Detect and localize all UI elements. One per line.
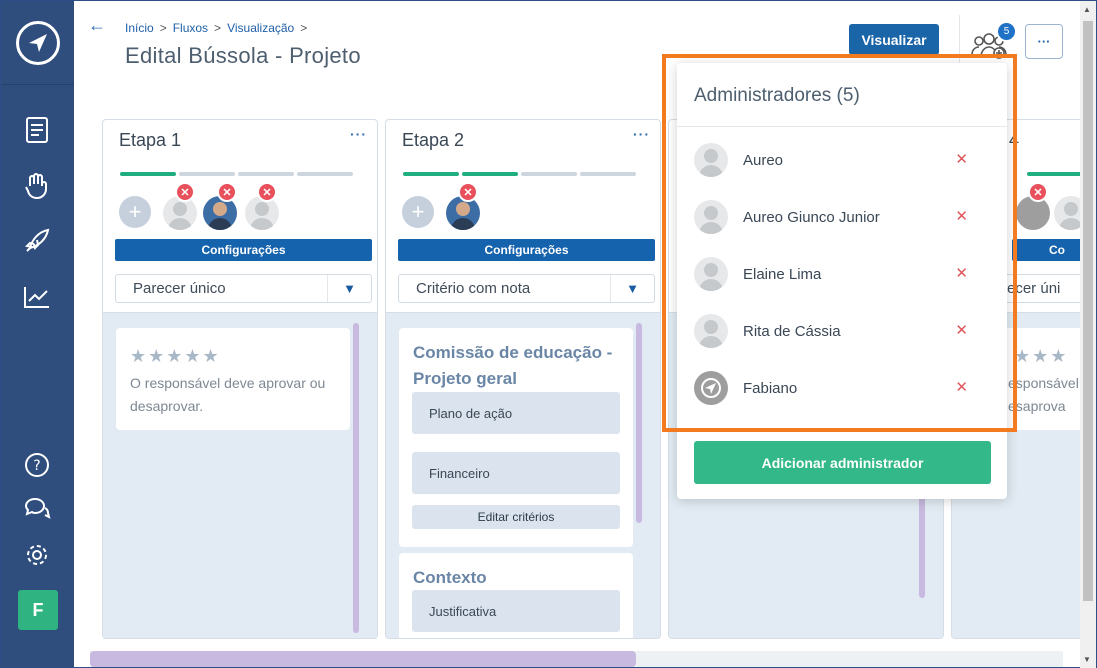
stage-menu-button[interactable]: ··· <box>633 126 650 142</box>
column-scrollbar[interactable] <box>636 323 642 523</box>
logo-icon[interactable] <box>1 1 74 85</box>
board-horizontal-scrollbar[interactable] <box>90 651 1063 667</box>
chat-icon[interactable] <box>21 493 53 525</box>
stage-progress <box>120 172 353 176</box>
close-icon[interactable]: ✕ <box>458 182 478 202</box>
chevron-down-icon[interactable]: ▼ <box>610 275 654 302</box>
document-icon[interactable] <box>21 114 53 146</box>
user-avatar[interactable]: F <box>18 590 58 630</box>
configure-button[interactable]: Configurações <box>398 239 655 261</box>
add-member-button[interactable]: + <box>119 196 151 228</box>
add-administrator-button[interactable]: Adicionar administrador <box>694 441 991 484</box>
criteria-group-card: Contexto Justificativa <box>399 553 633 638</box>
close-icon[interactable]: ✕ <box>175 182 195 202</box>
configure-button[interactable]: Configurações <box>115 239 372 261</box>
select-value: Parecer único <box>133 280 226 297</box>
stage-members: ✕ <box>1010 182 1090 232</box>
scrollbar-thumb[interactable] <box>90 651 636 667</box>
select-value: Critério com nota <box>416 280 531 297</box>
breadcrumb-item-fluxos[interactable]: Fluxos <box>173 21 208 35</box>
criterion-item[interactable]: Justificativa <box>412 590 620 632</box>
evaluation-type-select[interactable]: Critério com nota ▼ <box>398 274 655 303</box>
stage-progress <box>403 172 636 176</box>
scroll-up-icon[interactable]: ▲ <box>1083 5 1091 14</box>
close-icon[interactable]: ✕ <box>1028 182 1048 202</box>
avatar <box>203 196 237 230</box>
evaluation-type-select[interactable]: Parecer único ▼ <box>115 274 372 303</box>
breadcrumb-separator: > <box>300 21 308 35</box>
window-vertical-scrollbar[interactable]: ▲ ▼ <box>1080 1 1096 668</box>
edit-criteria-button[interactable]: Editar critérios <box>412 505 620 529</box>
criteria-group-title: Comissão de educação - Projeto geral <box>413 343 613 388</box>
breadcrumb: Início > Fluxos > Visualização > <box>125 21 307 35</box>
stage-menu-button[interactable]: ··· <box>350 126 367 142</box>
stage-members: + ✕ ✕ ✕ <box>119 182 369 232</box>
stage-column: Etapa 2 ··· + ✕ Configurações Critério c… <box>385 119 661 639</box>
criteria-card: ★★★★★ O responsável deve aprovar ou desa… <box>116 328 350 430</box>
criterion-item[interactable]: Plano de ação <box>412 392 620 434</box>
stage-column: Etapa 1 ··· + ✕ ✕ ✕ Configurações Parece… <box>102 119 378 639</box>
criterion-item[interactable]: Financeiro <box>412 452 620 494</box>
more-options-button[interactable]: ··· <box>1025 24 1063 59</box>
star-icon: ★★★★★ <box>130 346 221 366</box>
breadcrumb-separator: > <box>214 21 222 35</box>
page-title: Edital Bússola - Projeto <box>125 43 361 68</box>
card-description: esponsável esaprova <box>1008 375 1079 414</box>
svg-text:?: ? <box>33 458 40 474</box>
stage-content-area: Comissão de educação - Projeto geral Pla… <box>386 312 660 638</box>
sidebar: ? F <box>1 1 74 668</box>
chart-icon[interactable] <box>21 281 53 313</box>
chevron-down-icon[interactable]: ▼ <box>327 275 371 302</box>
criteria-group-title: Contexto <box>413 568 487 587</box>
visualize-button[interactable]: Visualizar <box>849 24 939 55</box>
scrollbar-thumb[interactable] <box>1083 21 1093 601</box>
stage-progress <box>1027 172 1083 176</box>
stage-content-area: ★★★★★ O responsável deve aprovar ou desa… <box>103 312 377 638</box>
stage-title: Etapa 1 <box>119 130 182 150</box>
highlight-box <box>662 54 1017 432</box>
column-scrollbar[interactable] <box>919 493 925 598</box>
add-member-button[interactable]: + <box>402 196 434 228</box>
breadcrumb-item-visualizacao[interactable]: Visualização <box>227 21 294 35</box>
gear-icon[interactable] <box>21 539 53 571</box>
breadcrumb-item-inicio[interactable]: Início <box>125 21 154 35</box>
back-arrow-icon[interactable]: ← <box>88 15 106 36</box>
column-scrollbar[interactable] <box>353 323 359 633</box>
close-icon[interactable]: ✕ <box>257 182 277 202</box>
rocket-icon[interactable] <box>21 225 53 257</box>
hand-heart-icon[interactable] <box>21 170 53 202</box>
star-icon: ★★★ <box>1014 346 1069 366</box>
scroll-down-icon[interactable]: ▼ <box>1083 655 1091 664</box>
close-icon[interactable]: ✕ <box>217 182 237 202</box>
card-description: O responsável deve aprovar ou desaprovar… <box>130 375 326 414</box>
stage-members: + ✕ <box>402 182 652 232</box>
breadcrumb-separator: > <box>159 21 167 35</box>
users-count-badge: 5 <box>996 21 1017 42</box>
criteria-group-card: Comissão de educação - Projeto geral Pla… <box>399 328 633 547</box>
stage-title: Etapa 2 <box>402 130 465 150</box>
help-icon[interactable]: ? <box>21 449 53 481</box>
